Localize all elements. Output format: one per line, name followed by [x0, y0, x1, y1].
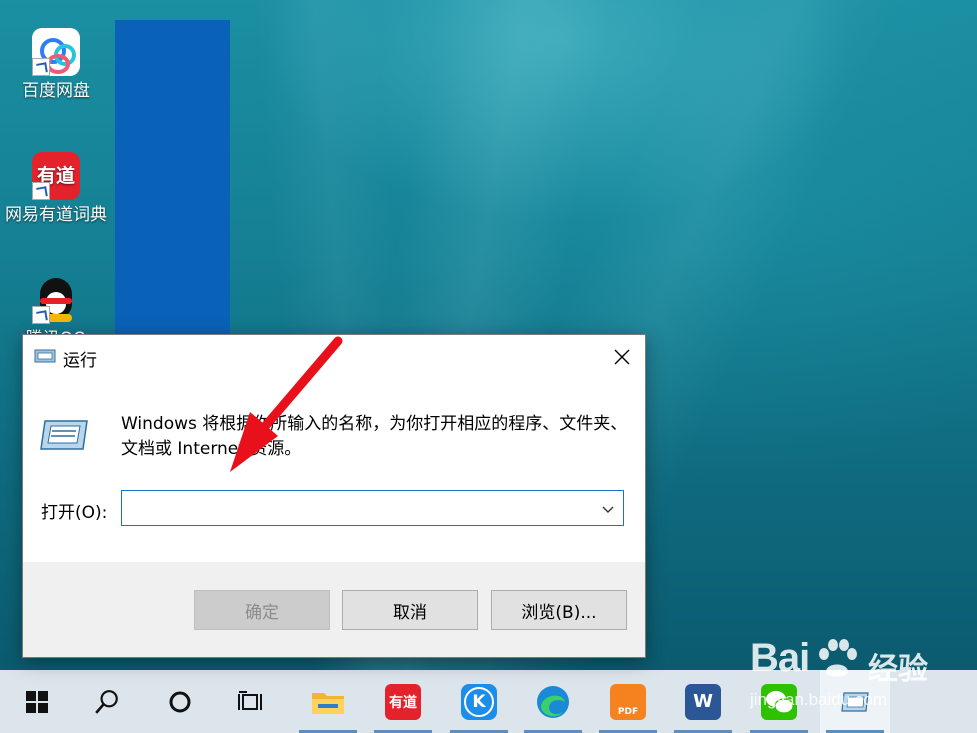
close-icon: [614, 349, 630, 365]
search-icon: [95, 689, 118, 714]
desktop-icon-youdao[interactable]: 有道 网易有道词典: [0, 152, 112, 226]
open-label: 打开(O):: [41, 503, 108, 523]
wechat-icon: [761, 683, 797, 720]
run-dialog: 运行 Windows 将根据你所输入的名称，为你打开相应的程序、文件夹、文档或 …: [22, 334, 646, 658]
cortana-circle-icon: [169, 691, 191, 712]
open-combobox[interactable]: [121, 490, 624, 526]
start-button[interactable]: [2, 670, 72, 733]
baidu-netdisk-icon: [32, 28, 80, 76]
taskbar-foxit-pdf[interactable]: PDF: [593, 670, 663, 733]
shortcut-arrow-icon: [32, 182, 50, 200]
run-icon: [841, 691, 869, 712]
blue-overlay-strip: [115, 20, 230, 336]
taskbar-word[interactable]: W: [668, 670, 738, 733]
youdao-icon: 有道: [385, 683, 421, 720]
kugou-icon: K: [461, 683, 497, 720]
taskbar-youdao[interactable]: 有道: [368, 670, 438, 733]
shortcut-arrow-icon: [32, 306, 50, 324]
shortcut-arrow-icon: [32, 58, 50, 76]
taskbar-edge[interactable]: [518, 670, 588, 733]
task-view-button[interactable]: [216, 670, 286, 733]
taskbar: 有道 K PDF W: [0, 670, 977, 733]
qq-icon: [32, 276, 80, 324]
taskbar-kugou[interactable]: K: [444, 670, 514, 733]
run-icon: [34, 348, 56, 364]
windows-logo-icon: [26, 690, 48, 713]
run-dialog-title: 运行: [63, 351, 97, 371]
edge-icon: [537, 685, 569, 718]
desktop-icon-label: 百度网盘: [22, 81, 90, 101]
run-dialog-description: Windows 将根据你所输入的名称，为你打开相应的程序、文件夹、文档或 Int…: [121, 414, 628, 459]
task-view-icon: [238, 690, 262, 710]
desktop-icon-baidu-netdisk[interactable]: 百度网盘: [0, 28, 112, 102]
search-button[interactable]: [72, 670, 142, 733]
desktop-icon-label: 网易有道词典: [5, 205, 107, 225]
taskbar-run[interactable]: [820, 670, 890, 733]
chevron-down-icon[interactable]: [601, 501, 615, 515]
taskbar-wechat[interactable]: [744, 670, 814, 733]
word-icon: W: [685, 683, 721, 720]
close-button[interactable]: [599, 335, 645, 379]
run-dialog-footer: 确定 取消 浏览(B)...: [23, 562, 645, 657]
taskbar-file-explorer[interactable]: [293, 670, 363, 733]
cancel-button[interactable]: 取消: [342, 590, 478, 630]
run-dialog-titlebar[interactable]: 运行: [23, 335, 645, 379]
pdf-icon: PDF: [610, 683, 646, 720]
youdao-dict-icon: 有道: [32, 152, 80, 200]
cortana-button[interactable]: [145, 670, 215, 733]
folder-icon: [312, 692, 344, 714]
open-input[interactable]: [122, 491, 598, 525]
browse-button[interactable]: 浏览(B)...: [491, 590, 627, 630]
ok-button[interactable]: 确定: [194, 590, 330, 630]
run-program-icon: [39, 415, 91, 455]
